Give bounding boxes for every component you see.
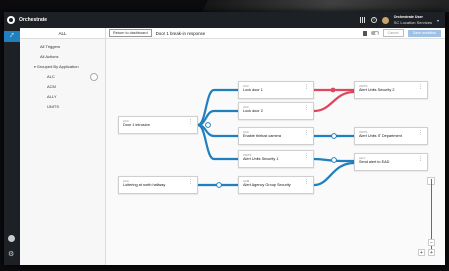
panel-item-all-actions[interactable]: All Actions xyxy=(20,52,105,62)
top-bar: Orchestrate ? Orchestrate User SC Locati… xyxy=(4,12,445,28)
zoom-in-button[interactable]: + xyxy=(428,249,435,256)
more-vertical-icon[interactable]: ⋮ xyxy=(418,85,423,90)
connection-door1-security1 xyxy=(197,123,238,161)
workflow-node-action[interactable]: ACM Alert Agency Group Security ⋮ xyxy=(238,176,314,194)
app-logo-icon xyxy=(7,16,15,24)
workflow-node-action[interactable]: ACC Lock door 2 ⋮ xyxy=(238,102,314,120)
trash-icon[interactable] xyxy=(362,30,367,36)
device-bezel xyxy=(202,0,449,12)
node-label: Alert Units Security 2 xyxy=(359,88,395,92)
node-label: Lock door 2 xyxy=(243,109,263,113)
node-label: Send alert to EAD xyxy=(359,160,390,164)
help-icon[interactable]: ? xyxy=(370,17,377,23)
panel-item-acc[interactable]: ALC xyxy=(20,72,105,82)
panel-item-acm[interactable]: ACM xyxy=(20,82,105,92)
user-menu[interactable]: Orchestrate User SC Location Services xyxy=(394,15,432,25)
node-label: Loitering at north hallway xyxy=(123,183,166,187)
connector-handle-selected xyxy=(330,87,336,93)
workflow-node-action[interactable]: UNITS Alert Units Security 2 ⋮ xyxy=(354,81,428,99)
panel-group-by-application[interactable]: ▾ Grouped By Application xyxy=(20,62,105,72)
workflow-node-action[interactable]: UNITS Alert Units Security 1 ⋮ xyxy=(238,150,314,168)
user-org: SC Location Services xyxy=(393,20,432,25)
panel-header: ALL xyxy=(20,28,105,39)
connector-handle xyxy=(331,157,337,163)
connector-handle xyxy=(331,133,337,139)
app-window: Orchestrate ? Orchestrate User SC Locati… xyxy=(4,12,445,265)
more-vertical-icon[interactable]: ⋮ xyxy=(418,131,423,136)
connector-handle xyxy=(216,182,222,188)
workflow-canvas[interactable]: ACC Door 1 intrusion ⋮ ACC Lock door 1 ⋮… xyxy=(106,39,445,265)
account-icon[interactable] xyxy=(8,235,15,242)
panel-toggle[interactable] xyxy=(90,73,98,81)
connector-handle xyxy=(205,122,211,128)
apps-grid-icon[interactable] xyxy=(360,17,366,23)
workflow-node-trigger[interactable]: ACC Door 1 intrusion ⋮ xyxy=(118,116,198,134)
more-vertical-icon[interactable]: ⋮ xyxy=(304,131,309,136)
connection-lock2-security2 xyxy=(313,90,355,113)
node-label: Alert Units Security 1 xyxy=(243,157,279,161)
workflow-node-action[interactable]: UNITS Alert Units IT Department ⋮ xyxy=(354,127,428,145)
workflow-nav-icon[interactable]: ⤤ xyxy=(4,31,20,42)
save-workflow-button[interactable]: Save workflow xyxy=(407,29,441,37)
node-label: Alert Units IT Department xyxy=(359,134,402,138)
canvas-header: Return to dashboard Door 1 break-in resp… xyxy=(106,28,445,39)
panel-group-label: Grouped By Application xyxy=(36,64,79,69)
panel-item-all-triggers[interactable]: All Triggers xyxy=(20,42,105,52)
connection-agency-ead xyxy=(313,161,355,187)
more-vertical-icon[interactable]: ⋮ xyxy=(304,106,309,111)
panel-item-label: ALC xyxy=(47,74,55,79)
avatar[interactable] xyxy=(381,16,389,24)
workflow-node-action[interactable]: ALLY Send alert to EAD ⋮ xyxy=(354,153,428,171)
more-vertical-icon[interactable]: ⋮ xyxy=(188,120,193,125)
zoom-out-button[interactable]: − xyxy=(428,239,435,246)
panel-item-units[interactable]: UNITS xyxy=(20,102,105,112)
fit-button[interactable]: + xyxy=(418,249,425,256)
node-label: Lock door 1 xyxy=(243,88,263,92)
cancel-button[interactable]: Cancel xyxy=(382,29,404,37)
more-vertical-icon[interactable]: ⋮ xyxy=(188,180,193,185)
more-vertical-icon[interactable]: ⋮ xyxy=(304,85,309,90)
chevron-down-icon[interactable]: ▾ xyxy=(437,18,439,23)
workflow-node-action[interactable]: ACC Enable thirtust camera ⋮ xyxy=(238,127,314,145)
top-bar-actions: ? Orchestrate User SC Location Services … xyxy=(360,15,439,25)
left-rail: ⤤ ⚙ xyxy=(4,28,20,265)
more-vertical-icon[interactable]: ⋮ xyxy=(304,154,309,159)
more-vertical-icon[interactable]: ⋮ xyxy=(304,180,309,185)
node-label: Alert Agency Group Security xyxy=(243,183,291,187)
gear-icon[interactable]: ⚙ xyxy=(8,250,14,258)
workflow-node-trigger[interactable]: ACC Loitering at north hallway ⋮ xyxy=(118,176,198,194)
node-label: Door 1 intrusion xyxy=(123,123,150,127)
enable-toggle[interactable] xyxy=(370,31,379,35)
more-vertical-icon[interactable]: ⋮ xyxy=(418,157,423,162)
workflow-title: Door 1 break-in response xyxy=(155,30,206,36)
node-label: Enable thirtust camera xyxy=(243,134,281,138)
trigger-action-panel: ALL All Triggers All Actions ▾ Grouped B… xyxy=(20,28,106,265)
return-to-dashboard-button[interactable]: Return to dashboard xyxy=(109,29,152,37)
workflow-node-action[interactable]: ACC Lock door 1 ⋮ xyxy=(238,81,314,99)
panel-item-ally[interactable]: ALLY xyxy=(20,92,105,102)
app-title: Orchestrate xyxy=(19,17,48,23)
canvas-header-actions: Cancel Save workflow xyxy=(362,29,441,37)
